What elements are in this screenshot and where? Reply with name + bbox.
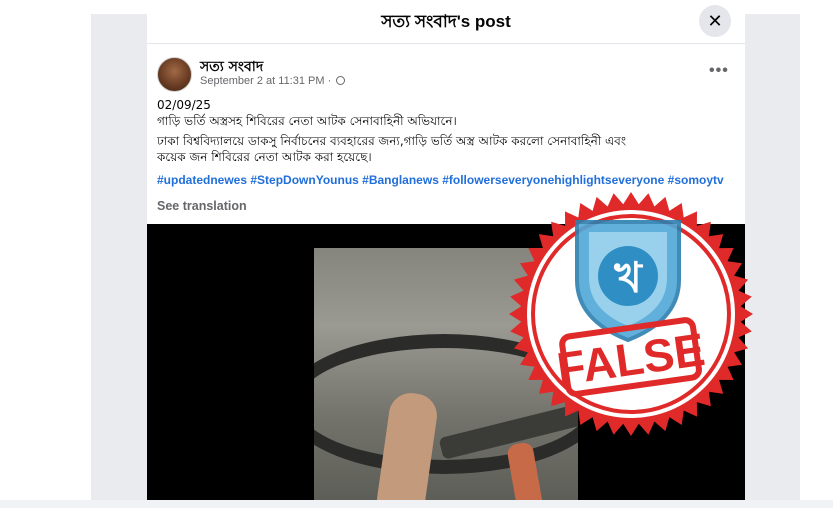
meta-separator: ·: [327, 75, 332, 87]
post-headline: গাড়ি ভর্তি অস্ত্রসহ শিবিরের নেতা আটক সে…: [157, 114, 457, 128]
post-timestamp[interactable]: September 2 at 11:31 PM: [200, 75, 325, 87]
close-icon: ✕: [707, 11, 723, 31]
modal-header: সত্য সংবাদ's post ✕: [147, 0, 745, 44]
more-options-button[interactable]: •••: [709, 62, 729, 80]
post-text: 02/09/25 গাড়ি ভর্তি অস্ত্রসহ শিবিরের নে…: [157, 97, 737, 165]
close-button[interactable]: ✕: [699, 5, 731, 37]
avatar[interactable]: [157, 57, 192, 92]
more-icon: •••: [709, 62, 729, 79]
logo-glyph: খ: [613, 253, 643, 302]
post-date: 02/09/25: [157, 98, 211, 112]
hashtag-link[interactable]: #somoytv: [668, 173, 724, 187]
hashtag-link[interactable]: #Banglanews: [362, 173, 439, 187]
hashtag-link[interactable]: #followerseveryonehighlightseveryone: [442, 173, 664, 187]
post-meta: September 2 at 11:31 PM ·: [200, 75, 346, 87]
post-body-line-1: ঢাকা বিশ্ববিদ্যালয়ে ডাকসু নির্বাচনের ব্…: [157, 134, 627, 148]
hashtags: #updatednewes #StepDownYounus #Banglanew…: [157, 173, 724, 187]
globe-icon: [336, 76, 346, 85]
page-bottom-bar: [0, 500, 833, 508]
hashtag-link[interactable]: #StepDownYounus: [250, 173, 358, 187]
modal-title: সত্য সংবাদ's post: [381, 12, 511, 31]
post-body-line-2: কয়েক জন শিবিরের নেতা আটক করা হয়েছে।: [157, 150, 372, 164]
false-verdict-stamp: খ FALSE: [509, 192, 753, 436]
hashtag-link[interactable]: #updatednewes: [157, 173, 247, 187]
see-translation-link[interactable]: See translation: [157, 199, 247, 213]
